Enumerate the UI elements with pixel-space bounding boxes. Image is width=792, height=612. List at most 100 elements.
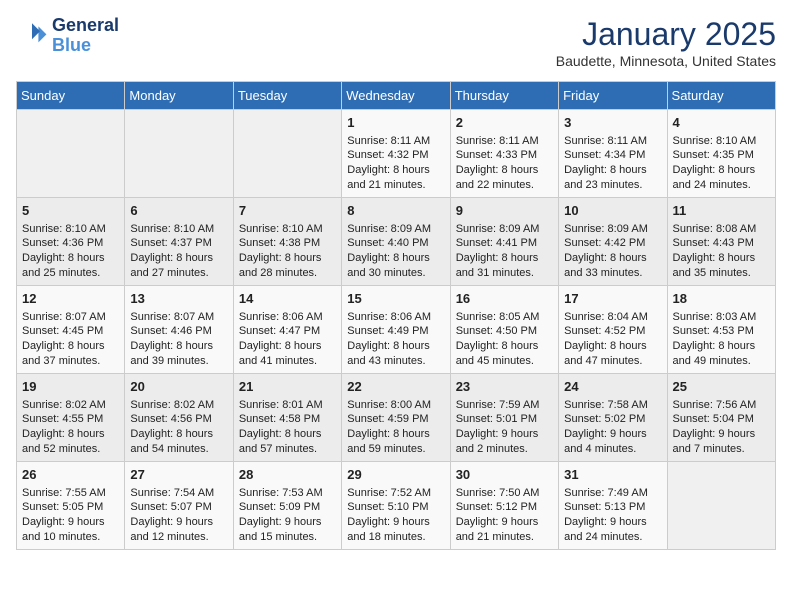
day-info: Sunset: 4:35 PM [673, 148, 770, 163]
day-of-week-header: Saturday [667, 82, 775, 110]
day-info: Sunrise: 7:52 AM [347, 486, 444, 501]
day-info: Sunset: 4:36 PM [22, 236, 119, 251]
day-info: Daylight: 8 hours and 25 minutes. [22, 251, 119, 281]
day-info: Sunrise: 8:10 AM [673, 134, 770, 149]
calendar-week-row: 26Sunrise: 7:55 AMSunset: 5:05 PMDayligh… [17, 462, 776, 550]
day-info: Sunrise: 8:09 AM [564, 222, 661, 237]
day-of-week-header: Friday [559, 82, 667, 110]
day-info: Sunrise: 8:01 AM [239, 398, 336, 413]
calendar-cell: 20Sunrise: 8:02 AMSunset: 4:56 PMDayligh… [125, 374, 233, 462]
day-number: 6 [130, 202, 227, 220]
calendar-cell: 16Sunrise: 8:05 AMSunset: 4:50 PMDayligh… [450, 286, 558, 374]
calendar-cell: 31Sunrise: 7:49 AMSunset: 5:13 PMDayligh… [559, 462, 667, 550]
day-info: Sunset: 4:55 PM [22, 412, 119, 427]
day-info: Daylight: 9 hours and 18 minutes. [347, 515, 444, 545]
day-info: Sunset: 4:53 PM [673, 324, 770, 339]
page-header: General Blue January 2025 Baudette, Minn… [16, 16, 776, 69]
day-info: Sunset: 5:13 PM [564, 500, 661, 515]
day-number: 13 [130, 290, 227, 308]
day-info: Daylight: 8 hours and 39 minutes. [130, 339, 227, 369]
day-info: Sunrise: 8:10 AM [130, 222, 227, 237]
day-info: Sunrise: 8:06 AM [239, 310, 336, 325]
day-info: Sunrise: 7:55 AM [22, 486, 119, 501]
day-number: 25 [673, 378, 770, 396]
day-info: Sunrise: 8:03 AM [673, 310, 770, 325]
day-number: 28 [239, 466, 336, 484]
calendar-cell: 22Sunrise: 8:00 AMSunset: 4:59 PMDayligh… [342, 374, 450, 462]
day-info: Sunset: 4:58 PM [239, 412, 336, 427]
day-of-week-header: Tuesday [233, 82, 341, 110]
day-number: 9 [456, 202, 553, 220]
calendar-cell: 8Sunrise: 8:09 AMSunset: 4:40 PMDaylight… [342, 198, 450, 286]
calendar-cell: 24Sunrise: 7:58 AMSunset: 5:02 PMDayligh… [559, 374, 667, 462]
day-number: 5 [22, 202, 119, 220]
day-info: Daylight: 8 hours and 28 minutes. [239, 251, 336, 281]
day-info: Sunrise: 7:58 AM [564, 398, 661, 413]
day-number: 23 [456, 378, 553, 396]
calendar-cell [233, 110, 341, 198]
calendar-cell: 23Sunrise: 7:59 AMSunset: 5:01 PMDayligh… [450, 374, 558, 462]
calendar-cell: 1Sunrise: 8:11 AMSunset: 4:32 PMDaylight… [342, 110, 450, 198]
day-info: Daylight: 8 hours and 52 minutes. [22, 427, 119, 457]
day-of-week-header: Sunday [17, 82, 125, 110]
day-number: 8 [347, 202, 444, 220]
calendar-cell: 18Sunrise: 8:03 AMSunset: 4:53 PMDayligh… [667, 286, 775, 374]
day-info: Daylight: 8 hours and 45 minutes. [456, 339, 553, 369]
day-info: Sunset: 5:10 PM [347, 500, 444, 515]
calendar-cell: 13Sunrise: 8:07 AMSunset: 4:46 PMDayligh… [125, 286, 233, 374]
day-number: 27 [130, 466, 227, 484]
logo-text: General Blue [52, 16, 119, 56]
day-number: 7 [239, 202, 336, 220]
day-info: Daylight: 9 hours and 7 minutes. [673, 427, 770, 457]
day-info: Sunset: 4:47 PM [239, 324, 336, 339]
day-info: Sunrise: 8:00 AM [347, 398, 444, 413]
day-info: Sunset: 4:45 PM [22, 324, 119, 339]
title-block: January 2025 Baudette, Minnesota, United… [556, 16, 776, 69]
day-info: Daylight: 8 hours and 47 minutes. [564, 339, 661, 369]
day-info: Daylight: 8 hours and 49 minutes. [673, 339, 770, 369]
calendar-cell: 3Sunrise: 8:11 AMSunset: 4:34 PMDaylight… [559, 110, 667, 198]
day-info: Sunrise: 8:11 AM [564, 134, 661, 149]
day-info: Sunrise: 7:59 AM [456, 398, 553, 413]
day-info: Sunset: 4:49 PM [347, 324, 444, 339]
day-info: Daylight: 9 hours and 21 minutes. [456, 515, 553, 545]
day-info: Sunrise: 8:09 AM [456, 222, 553, 237]
calendar-cell [17, 110, 125, 198]
day-number: 11 [673, 202, 770, 220]
day-info: Sunrise: 8:02 AM [22, 398, 119, 413]
day-number: 17 [564, 290, 661, 308]
day-of-week-header: Thursday [450, 82, 558, 110]
calendar-cell: 19Sunrise: 8:02 AMSunset: 4:55 PMDayligh… [17, 374, 125, 462]
day-info: Sunset: 4:32 PM [347, 148, 444, 163]
day-number: 4 [673, 114, 770, 132]
day-number: 20 [130, 378, 227, 396]
day-info: Daylight: 8 hours and 54 minutes. [130, 427, 227, 457]
day-info: Sunrise: 8:09 AM [347, 222, 444, 237]
logo-icon [16, 20, 48, 52]
day-info: Sunset: 5:12 PM [456, 500, 553, 515]
month-title: January 2025 [556, 16, 776, 53]
location: Baudette, Minnesota, United States [556, 53, 776, 69]
day-info: Sunset: 4:42 PM [564, 236, 661, 251]
day-info: Sunset: 4:50 PM [456, 324, 553, 339]
calendar-cell: 28Sunrise: 7:53 AMSunset: 5:09 PMDayligh… [233, 462, 341, 550]
day-info: Daylight: 9 hours and 4 minutes. [564, 427, 661, 457]
day-number: 21 [239, 378, 336, 396]
day-info: Daylight: 9 hours and 24 minutes. [564, 515, 661, 545]
calendar-cell: 11Sunrise: 8:08 AMSunset: 4:43 PMDayligh… [667, 198, 775, 286]
day-number: 14 [239, 290, 336, 308]
calendar-cell: 7Sunrise: 8:10 AMSunset: 4:38 PMDaylight… [233, 198, 341, 286]
day-info: Sunrise: 8:10 AM [239, 222, 336, 237]
day-info: Sunset: 4:33 PM [456, 148, 553, 163]
day-info: Daylight: 8 hours and 23 minutes. [564, 163, 661, 193]
calendar-cell: 21Sunrise: 8:01 AMSunset: 4:58 PMDayligh… [233, 374, 341, 462]
day-info: Sunset: 5:02 PM [564, 412, 661, 427]
day-info: Sunset: 5:05 PM [22, 500, 119, 515]
day-info: Sunset: 4:56 PM [130, 412, 227, 427]
day-info: Sunset: 5:07 PM [130, 500, 227, 515]
day-info: Sunset: 4:59 PM [347, 412, 444, 427]
day-info: Sunset: 4:41 PM [456, 236, 553, 251]
day-info: Sunrise: 8:11 AM [456, 134, 553, 149]
calendar-cell: 12Sunrise: 8:07 AMSunset: 4:45 PMDayligh… [17, 286, 125, 374]
day-info: Sunset: 5:09 PM [239, 500, 336, 515]
